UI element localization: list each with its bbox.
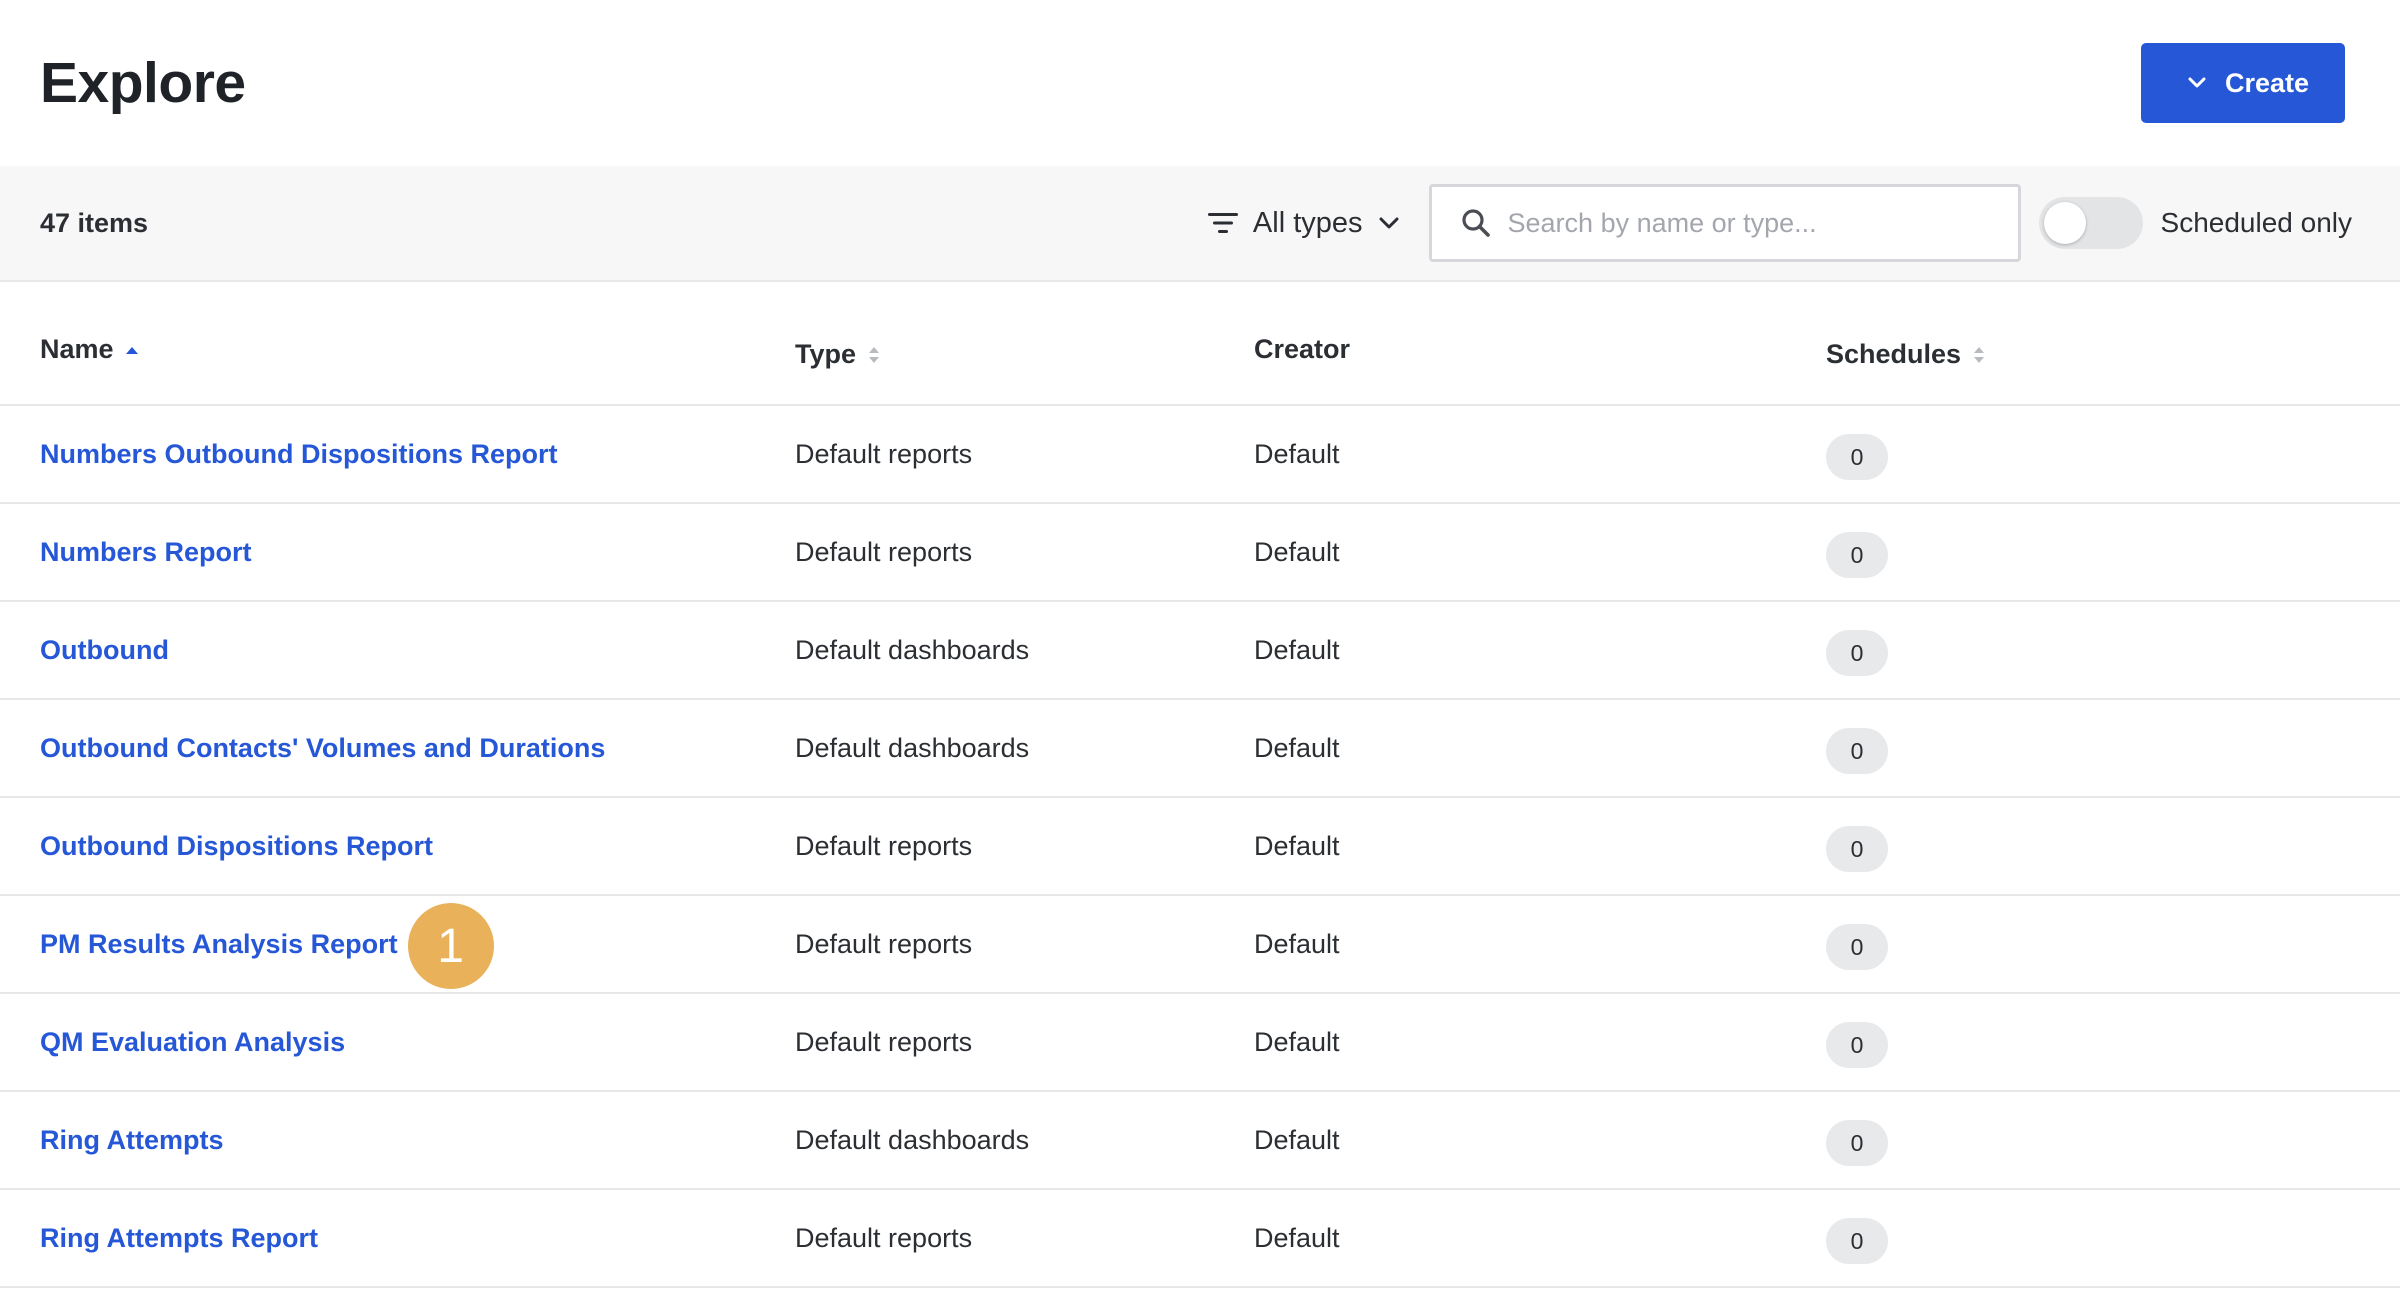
chevron-down-icon: [1379, 217, 1399, 229]
table-row: Outbound Dispositions Report Default rep…: [0, 798, 2400, 896]
type-filter-label: All types: [1252, 206, 1363, 239]
scheduled-only-label: Scheduled only: [2160, 207, 2352, 238]
explore-page: Explore Create 47 items All types Search…: [0, 0, 2400, 1302]
search-icon: [1461, 209, 1490, 237]
schedules-count-badge: 0: [1826, 1218, 1888, 1264]
search-input[interactable]: [1507, 207, 1998, 239]
items-table: Name Type Creator Schedules Numbers Outb…: [0, 282, 2400, 1288]
table-row: Ring Attempts Report Default reports Def…: [0, 1190, 2400, 1288]
table-row: Outbound Contacts' Volumes and Durations…: [0, 700, 2400, 798]
table-row: QM Evaluation Analysis Default reports D…: [0, 994, 2400, 1092]
type-filter-dropdown[interactable]: All types: [1207, 207, 1401, 240]
list-toolbar: 47 items All types Scheduled only: [0, 166, 2400, 282]
schedules-count-badge: 0: [1826, 434, 1888, 480]
item-name-link[interactable]: Outbound: [40, 635, 169, 666]
schedules-count-badge: 0: [1826, 1022, 1888, 1068]
item-creator: Default: [1254, 732, 1340, 763]
column-header-name[interactable]: Name: [40, 334, 140, 365]
item-type: Default reports: [795, 1222, 973, 1253]
table-row: Numbers Outbound Dispositions Report Def…: [0, 406, 2400, 504]
item-creator: Default: [1254, 1026, 1340, 1057]
item-name-link[interactable]: Numbers Report: [40, 537, 252, 568]
sort-ascending-icon: [125, 346, 138, 354]
item-creator: Default: [1254, 830, 1340, 861]
item-name-link[interactable]: Ring Attempts Report: [40, 1223, 318, 1254]
item-creator: Default: [1254, 1124, 1340, 1155]
item-name-link[interactable]: Numbers Outbound Dispositions Report: [40, 439, 558, 470]
item-name-link[interactable]: QM Evaluation Analysis: [40, 1027, 345, 1058]
schedules-count-badge: 0: [1826, 1120, 1888, 1166]
filter-icon: [1207, 213, 1238, 233]
schedules-count-badge: 0: [1826, 630, 1888, 676]
item-name-link[interactable]: Ring Attempts: [40, 1125, 224, 1156]
item-type: Default dashboards: [795, 634, 1030, 665]
table-row: Ring Attempts Default dashboards Default…: [0, 1092, 2400, 1190]
sort-icon: [869, 346, 880, 363]
item-count: 47 items: [40, 207, 149, 238]
table-row: Outbound Default dashboards Default 0: [0, 602, 2400, 700]
item-name-link[interactable]: Outbound Dispositions Report: [40, 831, 433, 862]
item-creator: Default: [1254, 634, 1340, 665]
item-type: Default reports: [795, 536, 973, 567]
column-header-type-label: Type: [795, 339, 857, 369]
create-button-label: Create: [2224, 67, 2309, 98]
create-button[interactable]: Create: [2140, 43, 2345, 123]
column-header-schedules[interactable]: Schedules: [1826, 339, 1987, 370]
column-header-schedules-label: Schedules: [1826, 339, 1962, 369]
scheduled-only-toggle[interactable]: [2038, 197, 2143, 249]
toggle-knob: [2043, 202, 2086, 244]
item-type: Default reports: [795, 438, 973, 469]
item-creator: Default: [1254, 536, 1340, 567]
item-type: Default dashboards: [795, 732, 1030, 763]
item-name-link[interactable]: Outbound Contacts' Volumes and Durations: [40, 733, 605, 764]
item-type: Default dashboards: [795, 1124, 1030, 1155]
item-name-link[interactable]: PM Results Analysis Report: [40, 929, 398, 960]
item-type: Default reports: [795, 928, 973, 959]
sort-icon: [1974, 346, 1985, 363]
item-creator: Default: [1254, 438, 1340, 469]
table-header: Name Type Creator Schedules: [0, 282, 2400, 406]
item-creator: Default: [1254, 1222, 1340, 1253]
search-box: [1428, 184, 2021, 262]
column-header-name-label: Name: [40, 334, 114, 364]
schedules-count-badge: 0: [1826, 728, 1888, 774]
step-marker: 1: [407, 903, 494, 989]
chevron-down-icon: [2188, 77, 2206, 88]
schedules-count-badge: 0: [1826, 924, 1888, 970]
table-row: PM Results Analysis Report 1 Default rep…: [0, 896, 2400, 994]
item-creator: Default: [1254, 928, 1340, 959]
page-title: Explore: [40, 51, 246, 115]
schedules-count-badge: 0: [1826, 826, 1888, 872]
column-header-creator: Creator: [1254, 334, 1350, 365]
column-header-type[interactable]: Type: [795, 339, 882, 370]
item-type: Default reports: [795, 1026, 973, 1057]
schedules-count-badge: 0: [1826, 532, 1888, 578]
column-header-creator-label: Creator: [1254, 334, 1351, 364]
page-header: Explore Create: [0, 0, 2400, 166]
item-type: Default reports: [795, 830, 973, 861]
table-row: Numbers Report Default reports Default 0: [0, 504, 2400, 602]
